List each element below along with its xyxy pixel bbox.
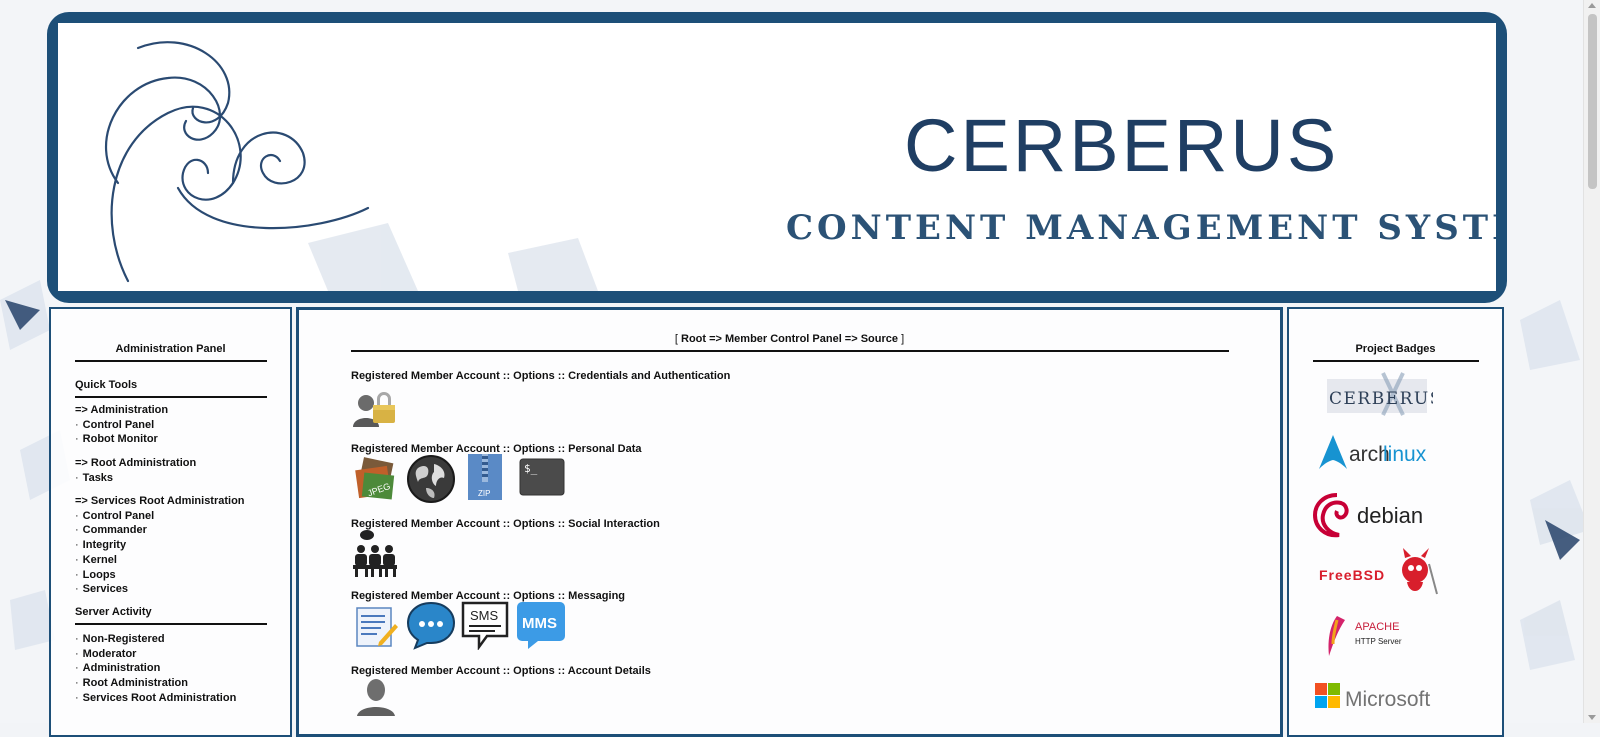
user-silhouette-icon[interactable]: [355, 676, 397, 719]
quick-tools-divider: [75, 396, 267, 398]
apache-badge[interactable]: APACHE HTTP Server: [1323, 614, 1433, 661]
nav-kernel[interactable]: · Kernel: [75, 553, 245, 568]
svg-text:APACHE: APACHE: [1355, 621, 1399, 633]
mms-icon[interactable]: MMS: [516, 600, 566, 653]
scrollbar-thumb[interactable]: [1588, 14, 1597, 189]
nav-robot-monitor[interactable]: · Robot Monitor: [75, 432, 168, 447]
svg-text:Microsoft: Microsoft: [1345, 688, 1430, 711]
cerberus-badge[interactable]: CERBERUS: [1323, 371, 1441, 422]
project-badges-heading: Project Badges: [1355, 343, 1436, 355]
credentials-section-heading: Registered Member Account :: Options :: …: [351, 370, 731, 382]
server-activity-heading: Server Activity: [75, 606, 152, 618]
svg-text:SMS: SMS: [470, 608, 499, 623]
svg-text:HTTP Server: HTTP Server: [1355, 637, 1402, 646]
banner-canvas: CERBERUS CONTENT MANAGEMENT SYSTEM: [58, 23, 1496, 291]
nav-administration[interactable]: => Administration: [75, 403, 168, 418]
globe-icon[interactable]: [406, 454, 456, 507]
nav-group-services-root: => Services Root Administration · Control…: [75, 494, 245, 597]
project-badges-divider: [1313, 360, 1479, 362]
svg-text:debian: debian: [1357, 503, 1423, 528]
administration-panel-heading: Administration Panel: [115, 343, 226, 355]
archlinux-badge[interactable]: arch linux: [1317, 433, 1437, 476]
activity-root-administration[interactable]: · Root Administration: [75, 676, 236, 691]
banner-subtitle: CONTENT MANAGEMENT SYSTEM: [786, 208, 1496, 248]
administration-panel: Administration Panel Quick Tools => Admi…: [49, 307, 292, 737]
nav-control-panel[interactable]: · Control Panel: [75, 418, 168, 433]
nav-services-control-panel[interactable]: · Control Panel: [75, 509, 245, 524]
site-banner: CERBERUS CONTENT MANAGEMENT SYSTEM: [47, 12, 1507, 303]
svg-text:$_: $_: [524, 462, 538, 475]
nav-services[interactable]: · Services: [75, 582, 245, 597]
svg-text:FreeBSD: FreeBSD: [1319, 567, 1385, 583]
nav-services-root-administration[interactable]: => Services Root Administration: [75, 494, 245, 509]
server-activity-divider: [75, 623, 267, 625]
terminal-icon[interactable]: $_: [519, 458, 565, 499]
freebsd-badge[interactable]: FreeBSD: [1317, 546, 1441, 605]
jpeg-images-icon[interactable]: JPEG: [351, 456, 399, 507]
zip-archive-icon[interactable]: ZIP: [466, 452, 504, 505]
activity-moderator[interactable]: · Moderator: [75, 647, 236, 662]
activity-administration[interactable]: · Administration: [75, 661, 236, 676]
activity-non-registered[interactable]: · Non-Registered: [75, 632, 236, 647]
project-badges-panel: Project Badges CERBERUS arch linux debia…: [1287, 307, 1504, 737]
scroll-down-arrow-icon[interactable]: [1588, 715, 1596, 720]
group-chat-icon[interactable]: [351, 529, 401, 582]
breadcrumb: [ Root => Member Control Panel => Source…: [674, 333, 905, 345]
nav-commander[interactable]: · Commander: [75, 523, 245, 538]
sms-icon[interactable]: SMS: [459, 600, 511, 653]
heading-divider: [75, 360, 267, 362]
quick-tools-heading: Quick Tools: [75, 379, 138, 391]
svg-text:linux: linux: [1383, 443, 1427, 466]
svg-text:MMS: MMS: [522, 615, 557, 632]
activity-services-root-administration[interactable]: · Services Root Administration: [75, 691, 236, 706]
nav-root-administration[interactable]: => Root Administration: [75, 456, 196, 471]
notepad-icon[interactable]: [351, 602, 399, 653]
main-content-panel: [ Root => Member Control Panel => Source…: [296, 307, 1283, 737]
microsoft-badge[interactable]: Microsoft: [1313, 679, 1443, 716]
banner-title: CERBERUS: [904, 104, 1340, 187]
server-activity-list: · Non-Registered · Moderator · Administrati…: [75, 632, 236, 706]
svg-text:CERBERUS: CERBERUS: [1329, 389, 1433, 409]
chat-bubble-icon[interactable]: [405, 600, 457, 653]
nav-group-root-administration: => Root Administration · Tasks: [75, 456, 196, 485]
breadcrumb-path[interactable]: Root => Member Control Panel => Source: [681, 333, 898, 345]
svg-text:ZIP: ZIP: [478, 489, 490, 498]
scroll-up-arrow-icon[interactable]: [1588, 3, 1596, 8]
nav-integrity[interactable]: · Integrity: [75, 538, 245, 553]
nav-group-administration: => Administration · Control Panel · Robot …: [75, 403, 168, 447]
nav-tasks[interactable]: · Tasks: [75, 471, 196, 486]
breadcrumb-divider: [351, 350, 1229, 352]
page-scrollbar[interactable]: [1583, 0, 1600, 723]
debian-badge[interactable]: debian: [1312, 489, 1437, 544]
nav-loops[interactable]: · Loops: [75, 568, 245, 583]
user-lock-icon[interactable]: [351, 383, 401, 432]
